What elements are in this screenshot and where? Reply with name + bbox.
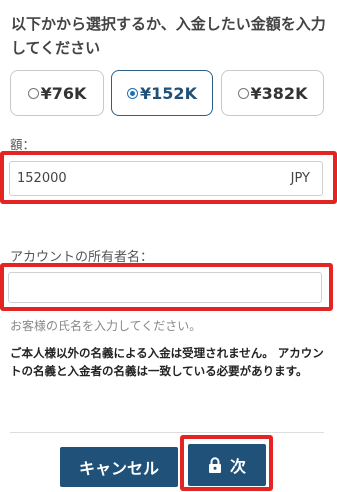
- page-title: 以下かから選択するか、入金したい金額を入力してください: [11, 15, 326, 57]
- radio-unselected-icon: [27, 87, 39, 99]
- currency-label: JPY: [290, 171, 310, 186]
- amount-value: 152000: [17, 171, 67, 186]
- next-button[interactable]: 次: [188, 444, 266, 486]
- lock-icon: [208, 456, 222, 474]
- amount-option-label: ¥382K: [250, 83, 308, 103]
- cancel-button[interactable]: キャンセル: [60, 447, 178, 487]
- radio-unselected-icon: [237, 87, 249, 99]
- holder-name-input[interactable]: [8, 272, 322, 303]
- next-button-label: 次: [229, 457, 246, 476]
- amount-option-152k[interactable]: ¥152K: [111, 70, 213, 116]
- cancel-button-label: キャンセル: [78, 459, 159, 478]
- amount-option-76k[interactable]: ¥76K: [10, 70, 104, 116]
- radio-selected-icon: [127, 87, 139, 99]
- amount-option-382k[interactable]: ¥382K: [221, 70, 324, 116]
- amount-input[interactable]: 152000 JPY: [9, 161, 323, 196]
- amount-option-label: ¥76K: [40, 83, 87, 103]
- amount-option-label: ¥152K: [140, 83, 197, 103]
- holder-name-help: お客様の氏名を入力してください。: [10, 319, 202, 333]
- notice-text: ご本人様以外の名義による入金は受理されません。 アカウントの名義と入金者の名義は…: [10, 346, 324, 378]
- divider: [10, 432, 324, 433]
